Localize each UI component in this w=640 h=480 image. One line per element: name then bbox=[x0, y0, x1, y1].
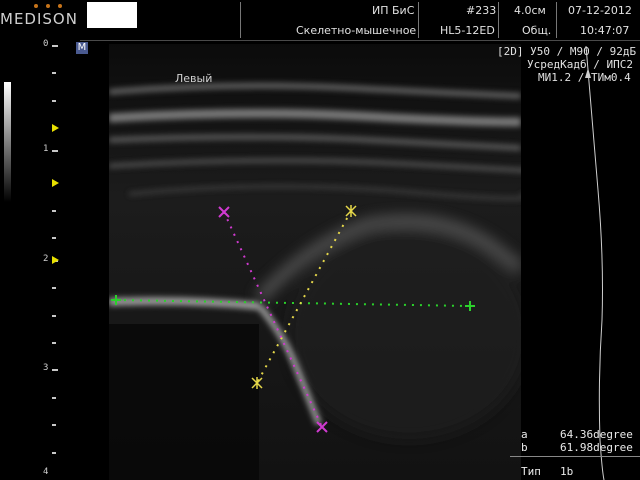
angle-a-value: 64.36degree bbox=[560, 428, 633, 441]
angle-a-cursor-icon[interactable] bbox=[345, 205, 357, 217]
angle-a-cursor-icon[interactable] bbox=[251, 377, 263, 389]
results-divider bbox=[510, 456, 640, 457]
angle-line-b[interactable] bbox=[223, 211, 323, 428]
angle-b-cursor-icon[interactable] bbox=[218, 206, 230, 218]
angle-b-label: b bbox=[521, 441, 528, 454]
baseline-cursor-icon[interactable] bbox=[111, 295, 121, 305]
type-label: Тип bbox=[521, 465, 541, 478]
imaging-params-line3: МИ1.2 / ТИм0.4 bbox=[538, 71, 631, 84]
tgc-curve bbox=[585, 45, 605, 480]
imaging-params-line2: УсредКадб / ИПС2 / bbox=[527, 58, 640, 71]
imaging-params-line1: [2D] У50 / М90 / 92дБ bbox=[497, 45, 637, 58]
type-value: 1b bbox=[560, 465, 574, 478]
angle-b-cursor-icon[interactable] bbox=[316, 421, 328, 433]
angle-b-value: 61.98degree bbox=[560, 441, 633, 454]
angle-a-label: a bbox=[521, 428, 528, 441]
baseline-line[interactable] bbox=[115, 299, 471, 307]
baseline-cursor-icon[interactable] bbox=[465, 301, 475, 311]
angle-line-a[interactable] bbox=[256, 210, 352, 384]
